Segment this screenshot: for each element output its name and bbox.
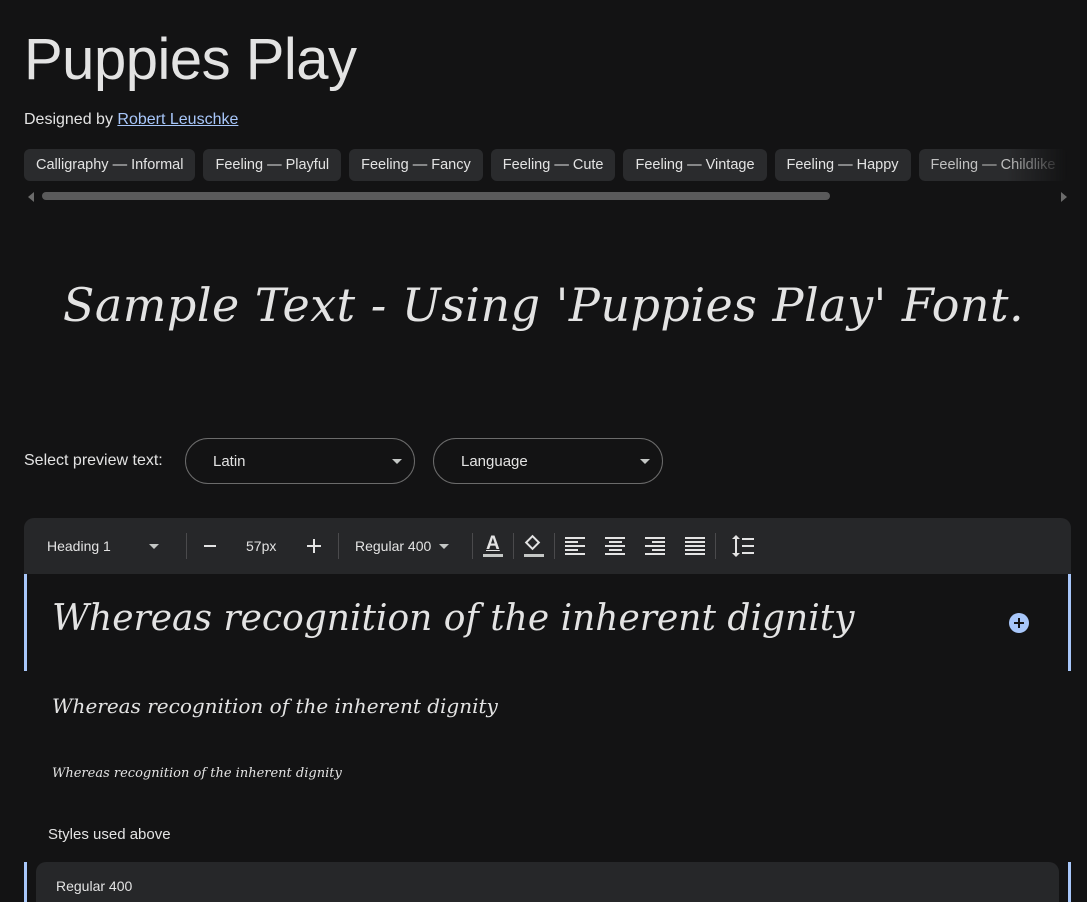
weight-dropdown-value: Regular 400 bbox=[355, 538, 432, 554]
toolbar-divider bbox=[715, 533, 716, 559]
style-card-label: Regular 400 bbox=[56, 878, 133, 894]
script-select[interactable]: Latin bbox=[185, 438, 415, 484]
align-center-icon[interactable] bbox=[605, 537, 625, 555]
align-right-icon[interactable] bbox=[645, 537, 665, 555]
toolbar-divider bbox=[513, 533, 514, 559]
preview-line-text[interactable]: Whereas recognition of the inherent dign… bbox=[52, 598, 855, 639]
increase-size-button[interactable] bbox=[307, 518, 321, 574]
script-select-value: Latin bbox=[213, 453, 246, 470]
tag-chip[interactable]: Feeling — Vintage bbox=[623, 149, 767, 181]
tag-chip[interactable]: Feeling — Fancy bbox=[349, 149, 483, 181]
selection-rule bbox=[24, 862, 27, 902]
chevron-down-icon bbox=[439, 543, 450, 549]
decrease-size-button[interactable] bbox=[204, 518, 216, 574]
tag-chip[interactable]: Feeling — Happy bbox=[774, 149, 911, 181]
preview-line-small[interactable]: Whereas recognition of the inherent dign… bbox=[52, 766, 342, 781]
preview-line-heading[interactable]: Whereas recognition of the inherent dign… bbox=[24, 574, 1071, 671]
add-circle-icon[interactable] bbox=[1009, 613, 1029, 633]
scroll-left-icon[interactable] bbox=[28, 192, 34, 202]
language-select-value: Language bbox=[461, 453, 528, 470]
tag-list: Calligraphy — Informal Feeling — Playful… bbox=[24, 149, 1071, 182]
tag-chip[interactable]: Feeling — Cute bbox=[490, 149, 616, 181]
tag-chip[interactable]: Calligraphy — Informal bbox=[24, 149, 196, 181]
chevron-down-icon bbox=[640, 459, 650, 464]
style-dropdown-value: Heading 1 bbox=[47, 538, 111, 554]
font-color-icon[interactable]: A bbox=[482, 533, 504, 559]
tag-scrollbar[interactable] bbox=[24, 189, 1071, 203]
tag-chip[interactable]: Feeling — Playful bbox=[203, 149, 342, 181]
plus-icon bbox=[307, 539, 321, 553]
line-height-icon[interactable] bbox=[732, 535, 754, 557]
designer-link[interactable]: Robert Leuschke bbox=[117, 111, 238, 128]
style-card[interactable]: Regular 400 bbox=[36, 862, 1059, 902]
language-select[interactable]: Language bbox=[433, 438, 663, 484]
designer-prefix: Designed by bbox=[24, 111, 113, 128]
fill-color-icon[interactable] bbox=[523, 534, 545, 559]
weight-dropdown[interactable]: Regular 400 bbox=[355, 518, 450, 574]
toolbar-divider bbox=[186, 533, 187, 559]
font-size-value[interactable]: 57px bbox=[246, 518, 276, 574]
preview-text-label: Select preview text: bbox=[24, 452, 163, 469]
chevron-down-icon bbox=[392, 459, 402, 464]
scroll-thumb[interactable] bbox=[42, 192, 830, 200]
sample-text: Sample Text - Using 'Puppies Play' Font. bbox=[62, 278, 1025, 332]
text-toolbar: Heading 1 57px Regular 400 A bbox=[24, 518, 1071, 574]
align-justify-icon[interactable] bbox=[685, 537, 705, 555]
toolbar-divider bbox=[554, 533, 555, 559]
scroll-right-icon[interactable] bbox=[1061, 192, 1067, 202]
styles-used-label: Styles used above bbox=[48, 826, 171, 843]
font-title: Puppies Play bbox=[24, 27, 357, 92]
toolbar-divider bbox=[472, 533, 473, 559]
toolbar-divider bbox=[338, 533, 339, 559]
selection-rule bbox=[1068, 862, 1071, 902]
minus-icon bbox=[204, 545, 216, 547]
designer-line: Designed by Robert Leuschke bbox=[24, 111, 238, 129]
tag-chip[interactable]: Feeling — Childlike bbox=[918, 149, 1068, 181]
align-left-icon[interactable] bbox=[565, 537, 585, 555]
chevron-down-icon bbox=[148, 543, 159, 549]
style-dropdown[interactable]: Heading 1 bbox=[47, 518, 159, 574]
preview-line-medium[interactable]: Whereas recognition of the inherent dign… bbox=[52, 694, 498, 718]
